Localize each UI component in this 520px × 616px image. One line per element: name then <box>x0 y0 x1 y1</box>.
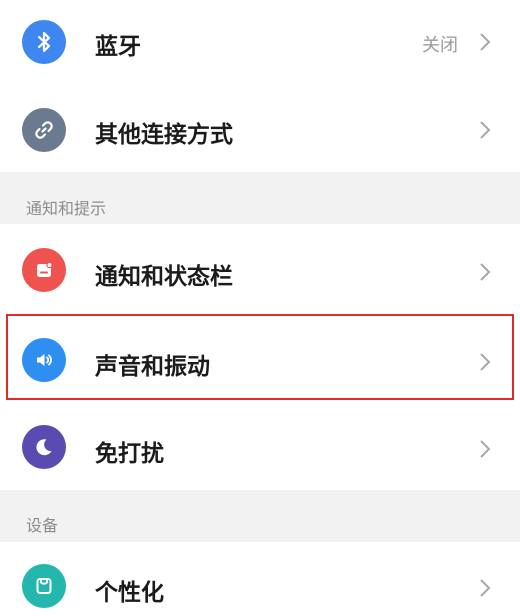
settings-item-label: 声音和振动 <box>95 354 210 380</box>
moon-icon <box>22 425 66 469</box>
chevron-right-icon <box>480 121 491 139</box>
settings-item-label: 蓝牙 <box>95 34 141 60</box>
settings-item-label: 通知和状态栏 <box>95 264 233 290</box>
section-title: 设备 <box>26 516 59 535</box>
settings-item-label: 其他连接方式 <box>95 122 233 148</box>
chevron-right-icon <box>480 263 491 281</box>
link-icon <box>22 108 66 152</box>
personalization-icon <box>22 564 66 608</box>
chevron-right-icon <box>480 579 491 597</box>
chevron-right-icon <box>480 33 491 51</box>
bluetooth-icon <box>22 20 66 64</box>
speaker-icon <box>22 338 66 382</box>
settings-item-other-connections[interactable]: 其他连接方式 <box>0 84 520 172</box>
section-header-notifications: 通知和提示 <box>0 172 520 224</box>
settings-item-label: 个性化 <box>95 580 164 606</box>
settings-item-notifications-status-bar[interactable]: 通知和状态栏 <box>0 224 520 314</box>
settings-screen: 蓝牙 关闭 其他连接方式 通知和提示 通知和状态栏 声音和振动 免打扰 设备 个… <box>0 0 520 616</box>
settings-item-do-not-disturb[interactable]: 免打扰 <box>0 404 520 490</box>
section-header-device: 设备 <box>0 490 520 542</box>
settings-item-bluetooth[interactable]: 蓝牙 关闭 <box>0 0 520 84</box>
section-title: 通知和提示 <box>26 199 107 218</box>
chevron-right-icon <box>480 440 491 458</box>
bluetooth-status-value: 关闭 <box>422 35 458 56</box>
chevron-right-icon <box>480 353 491 371</box>
settings-item-sound-vibration[interactable]: 声音和振动 <box>0 314 520 404</box>
settings-item-personalization[interactable]: 个性化 <box>0 542 520 616</box>
settings-item-label: 免打扰 <box>95 441 164 467</box>
notification-icon <box>22 248 66 292</box>
